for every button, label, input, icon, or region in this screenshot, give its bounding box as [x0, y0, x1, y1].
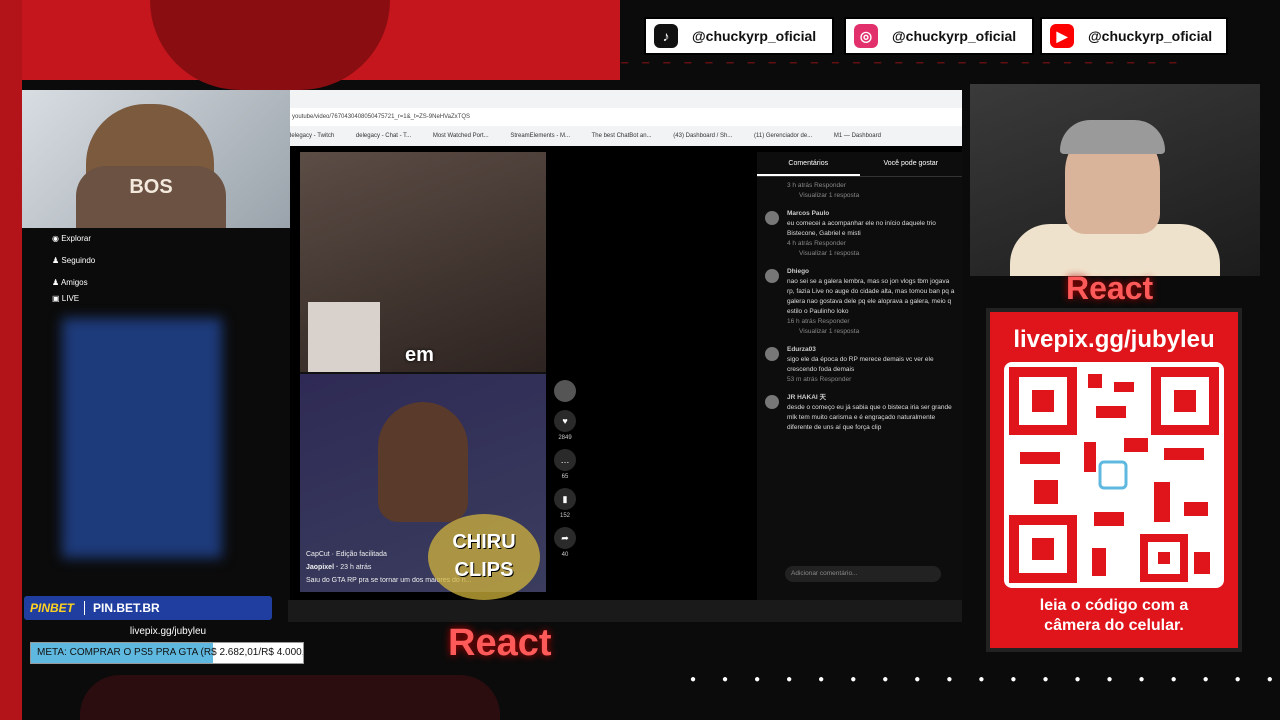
bookmark[interactable]: M1 — Dashboard [834, 133, 881, 139]
nav-item-live[interactable]: ▣ LIVE [22, 294, 290, 304]
comments-tabs: Comentários Você pode gostar [757, 152, 962, 177]
bookmark[interactable]: (11) Gerenciador de... [754, 133, 812, 139]
comments-panel: Comentários Você pode gostar 3 h atrás R… [757, 152, 962, 622]
compass-icon: ◉ [52, 234, 62, 243]
pinbet-site: PIN.BET.BR [93, 601, 160, 615]
social-badge-tiktok[interactable]: ♪ @chuckyrp_oficial [644, 17, 834, 55]
share-count: 40 [561, 552, 569, 558]
bookmark[interactable]: delegacy - Twitch [288, 133, 334, 139]
comment-item: Dhiego nao sei se a galera lembra, mas s… [757, 263, 962, 341]
chiru-clips-watermark: CHIRU CLIPS [428, 514, 540, 600]
like-count: 2849 [558, 435, 572, 441]
tab-voce-pode-gostar[interactable]: Você pode gostar [860, 152, 963, 176]
tiktok-icon: ♪ [654, 24, 678, 48]
video-person [378, 402, 468, 522]
reactor-webcam [970, 84, 1260, 276]
goal-progress-bar: META: COMPRAR O PS5 PRA GTA (R$ 2.682,01… [30, 642, 304, 664]
livepix-qr-panel: livepix.gg/jubyleu leia o código com a c… [986, 308, 1242, 652]
windows-taskbar [288, 600, 962, 622]
youtube-icon: ▶ [1050, 24, 1074, 48]
comment-item: 3 h atrás Responder Visualizar 1 respost… [757, 177, 962, 205]
bookmark-icon[interactable]: ▮ [554, 488, 576, 510]
video-reactor-face [308, 302, 380, 372]
social-handle: @chuckyrp_oficial [1088, 28, 1213, 44]
goal-text: META: COMPRAR O PS5 PRA GTA (R$ 2.682,01… [37, 647, 304, 658]
blurred-ad [62, 318, 222, 558]
bookmark[interactable]: delegacy - Chat - T... [356, 133, 411, 139]
instagram-icon: ◎ [854, 24, 878, 48]
avatar[interactable] [765, 395, 779, 409]
user-icon: ♟ [52, 256, 62, 265]
video-caption: em [405, 344, 434, 366]
qr-code[interactable] [1004, 362, 1224, 588]
reactor-cap [1060, 120, 1165, 154]
author-avatar[interactable] [554, 380, 576, 402]
social-handle: @chuckyrp_oficial [892, 28, 1017, 44]
nav-item-amigos[interactable]: ♟ Amigos [22, 272, 290, 294]
share-icon[interactable]: ➦ [554, 527, 576, 549]
decorative-dots-top: ──────────────────────────── [600, 58, 1191, 69]
view-replies-link[interactable]: Visualizar 1 resposta [787, 249, 956, 259]
bookmark[interactable]: The best ChatBot an... [592, 133, 652, 139]
users-icon: ♟ [52, 278, 61, 287]
streamer-shirt: BOS [76, 166, 226, 228]
qr-caption: leia o código com a câmera do celular. [1039, 597, 1189, 634]
live-icon: ▣ [52, 294, 62, 303]
react-label-bottom: React [448, 622, 552, 664]
pinbet-logo: PINBET [24, 601, 86, 615]
tiktok-sidebar: ◉ Explorar ♟ Seguindo ♟ Amigos ▣ LIVE [22, 228, 290, 622]
avatar[interactable] [765, 269, 779, 283]
heart-icon[interactable]: ♥ [554, 410, 576, 432]
comment-input[interactable]: Adicionar comentário... [785, 566, 941, 582]
view-replies-link[interactable]: Visualizar 1 resposta [787, 327, 956, 337]
comment-item: Edurza03 sigo ele da época do RP merece … [757, 341, 962, 389]
tab-comentarios[interactable]: Comentários [757, 152, 860, 176]
bookmark[interactable]: Most Watched Port... [433, 133, 489, 139]
streamer-webcam: BOS [22, 90, 290, 228]
decorative-dots: ●●●●●●●●●●●●●●●●●●●● [690, 674, 1280, 685]
avatar[interactable] [765, 347, 779, 361]
nav-item-seguindo[interactable]: ♟ Seguindo [22, 250, 290, 272]
qr-url: livepix.gg/jubyleu [1013, 326, 1215, 353]
background-mascot-bottom [80, 675, 500, 720]
view-replies-link[interactable]: Visualizar 1 resposta [787, 191, 956, 201]
social-handle: @chuckyrp_oficial [692, 28, 817, 44]
bookmark[interactable]: (43) Dashboard / Sh... [673, 133, 732, 139]
pinbet-banner[interactable]: PINBET PIN.BET.BR [24, 596, 272, 620]
avatar[interactable] [765, 211, 779, 225]
comment-count: 65 [561, 474, 569, 480]
bookmark[interactable]: StreamElements - M... [510, 133, 570, 139]
comment-item: JR HAKAI 天 desde o começo eu já sabia qu… [757, 389, 962, 437]
background-art-left [0, 0, 22, 720]
social-badge-youtube[interactable]: ▶ @chuckyrp_oficial [1040, 17, 1228, 55]
goal-url: livepix.gg/jubyleu [129, 626, 207, 637]
video-actions: ♥ 2849 … 65 ▮ 152 ➦ 40 [550, 380, 580, 566]
bookmarks-bar: delegacy - Twitch delegacy - Chat - T...… [288, 128, 962, 144]
nav-item-explorar[interactable]: ◉ Explorar [22, 228, 290, 250]
browser-toolbar: youtube/video/7670430408050475721_r=1&_t… [288, 90, 962, 146]
bookmark-count: 152 [559, 513, 570, 519]
comment-icon[interactable]: … [554, 449, 576, 471]
social-badge-instagram[interactable]: ◎ @chuckyrp_oficial [844, 17, 1034, 55]
react-label-right: React [1066, 270, 1154, 306]
comment-item: Marcos Paulo eu comecei a acompanhar ele… [757, 205, 962, 263]
address-bar[interactable]: youtube/video/7670430408050475721_r=1&_t… [288, 108, 962, 126]
qr-code-image [1009, 367, 1219, 583]
